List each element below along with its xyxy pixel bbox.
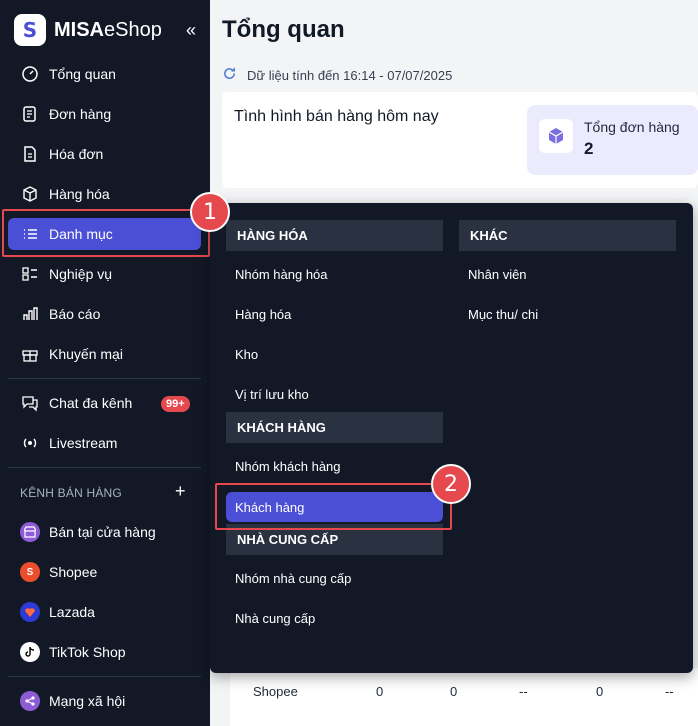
sidebar-item-channel-store[interactable]: Bán tại cửa hàng: [8, 516, 201, 548]
highlight-box-catalog: [2, 209, 210, 257]
table-cell: 0: [450, 684, 458, 699]
menu-group-goods: HÀNG HÓA: [226, 220, 443, 251]
menu-item-suppliers[interactable]: Nhà cung cấp: [226, 603, 443, 633]
lazada-icon: [20, 602, 40, 622]
sidebar-item-overview[interactable]: Tổng quan: [8, 58, 201, 90]
refresh-icon[interactable]: [222, 66, 237, 85]
menu-item-warehouse[interactable]: Kho: [226, 339, 443, 369]
menu-item-supplier-group[interactable]: Nhóm nhà cung cấp: [226, 563, 443, 593]
divider: [8, 676, 201, 677]
catalog-dropdown-menu: HÀNG HÓA Nhóm hàng hóa Hàng hóa Kho Vị t…: [210, 203, 693, 673]
page-title: Tổng quan: [222, 16, 345, 43]
sidebar-item-label: Chat đa kênh: [49, 395, 133, 411]
sidebar-item-promotions[interactable]: Khuyến mại: [8, 338, 201, 370]
livestream-icon: [20, 433, 40, 453]
sidebar-item-label: Shopee: [49, 564, 98, 580]
sidebar-item-label: TikTok Shop: [49, 644, 126, 660]
menu-group-other: KHÁC: [459, 220, 676, 251]
sidebar-item-channel-lazada[interactable]: Lazada: [8, 596, 201, 628]
store-icon: [20, 522, 40, 542]
app-logo[interactable]: S MISAeShop: [14, 14, 162, 46]
sidebar-item-label: Lazada: [49, 604, 95, 620]
sidebar-item-reports[interactable]: Báo cáo: [8, 298, 201, 330]
total-orders-stat[interactable]: Tổng đơn hàng 2: [527, 105, 698, 175]
sidebar-item-label: Khuyến mại: [49, 346, 123, 362]
chat-icon: [20, 393, 40, 413]
tiktok-icon: [20, 642, 40, 662]
card-title: Tình hình bán hàng hôm nay: [234, 108, 439, 125]
menu-item-customer-group[interactable]: Nhóm khách hàng: [226, 451, 443, 481]
stat-label: Tổng đơn hàng: [584, 119, 680, 135]
sidebar-item-label: Bán tại cửa hàng: [49, 524, 156, 540]
highlight-box-customers: [215, 483, 452, 530]
channel-table: [230, 668, 698, 726]
channels-section-title: KÊNH BÁN HÀNG: [20, 486, 122, 500]
divider: [8, 467, 201, 468]
sidebar-item-label: Đơn hàng: [49, 106, 112, 122]
table-cell: --: [665, 684, 674, 699]
chart-icon: [20, 304, 40, 324]
table-cell: --: [519, 684, 528, 699]
menu-item-goods[interactable]: Hàng hóa: [226, 299, 443, 329]
grid-list-icon: [20, 264, 40, 284]
step-marker-1: 1: [190, 192, 230, 232]
gift-icon: [20, 344, 40, 364]
sidebar-item-goods[interactable]: Hàng hóa: [8, 178, 201, 210]
box-icon: [20, 184, 40, 204]
sidebar-item-social[interactable]: Mạng xã hội: [8, 685, 201, 717]
shopee-icon: S: [20, 562, 40, 582]
sidebar-item-label: Livestream: [49, 435, 118, 451]
brand-suffix: eShop: [104, 18, 162, 41]
sidebar: S MISAeShop « Tổng quan Đơn hàng Hóa đơn…: [0, 0, 210, 726]
order-icon: [20, 104, 40, 124]
menu-item-employees[interactable]: Nhân viên: [459, 259, 676, 289]
divider: [8, 378, 201, 379]
data-timestamp: Dữ liệu tính đến 16:14 - 07/07/2025: [247, 68, 453, 83]
add-channel-icon[interactable]: +: [175, 481, 186, 502]
brand-name: MISA: [54, 18, 104, 41]
sidebar-item-label: Hàng hóa: [49, 186, 110, 202]
social-network-icon: [20, 691, 40, 711]
table-cell: 0: [376, 684, 384, 699]
dashboard-icon: [20, 64, 40, 84]
menu-item-storage-location[interactable]: Vị trí lưu kho: [226, 379, 443, 409]
sidebar-item-label: Hóa đơn: [49, 146, 104, 162]
menu-item-goods-group[interactable]: Nhóm hàng hóa: [226, 259, 443, 289]
sidebar-item-orders[interactable]: Đơn hàng: [8, 98, 201, 130]
menu-item-income-expense[interactable]: Mục thu/ chi: [459, 299, 676, 329]
sidebar-item-label: Mạng xã hội: [49, 693, 126, 709]
sales-today-card: Tình hình bán hàng hôm nay Tổng đơn hàng…: [222, 92, 698, 188]
menu-group-customers: KHÁCH HÀNG: [226, 412, 443, 443]
table-cell-channel: Shopee: [253, 684, 298, 699]
stat-value: 2: [584, 139, 594, 158]
sidebar-item-label: Báo cáo: [49, 306, 101, 322]
sidebar-item-livestream[interactable]: Livestream: [8, 427, 201, 459]
sidebar-item-label: Nghiệp vụ: [49, 266, 113, 282]
sidebar-item-operations[interactable]: Nghiệp vụ: [8, 258, 201, 290]
package-icon: [539, 119, 573, 153]
unread-badge: 99+: [161, 396, 190, 412]
invoice-icon: [20, 144, 40, 164]
collapse-sidebar-icon[interactable]: «: [186, 20, 196, 40]
sidebar-item-channel-tiktok[interactable]: TikTok Shop: [8, 636, 201, 668]
table-cell: 0: [596, 684, 604, 699]
step-marker-2: 2: [431, 464, 471, 504]
sidebar-item-label: Tổng quan: [49, 66, 116, 82]
sidebar-item-channel-shopee[interactable]: S Shopee: [8, 556, 201, 588]
sidebar-item-invoices[interactable]: Hóa đơn: [8, 138, 201, 170]
logo-icon: S: [14, 14, 46, 46]
